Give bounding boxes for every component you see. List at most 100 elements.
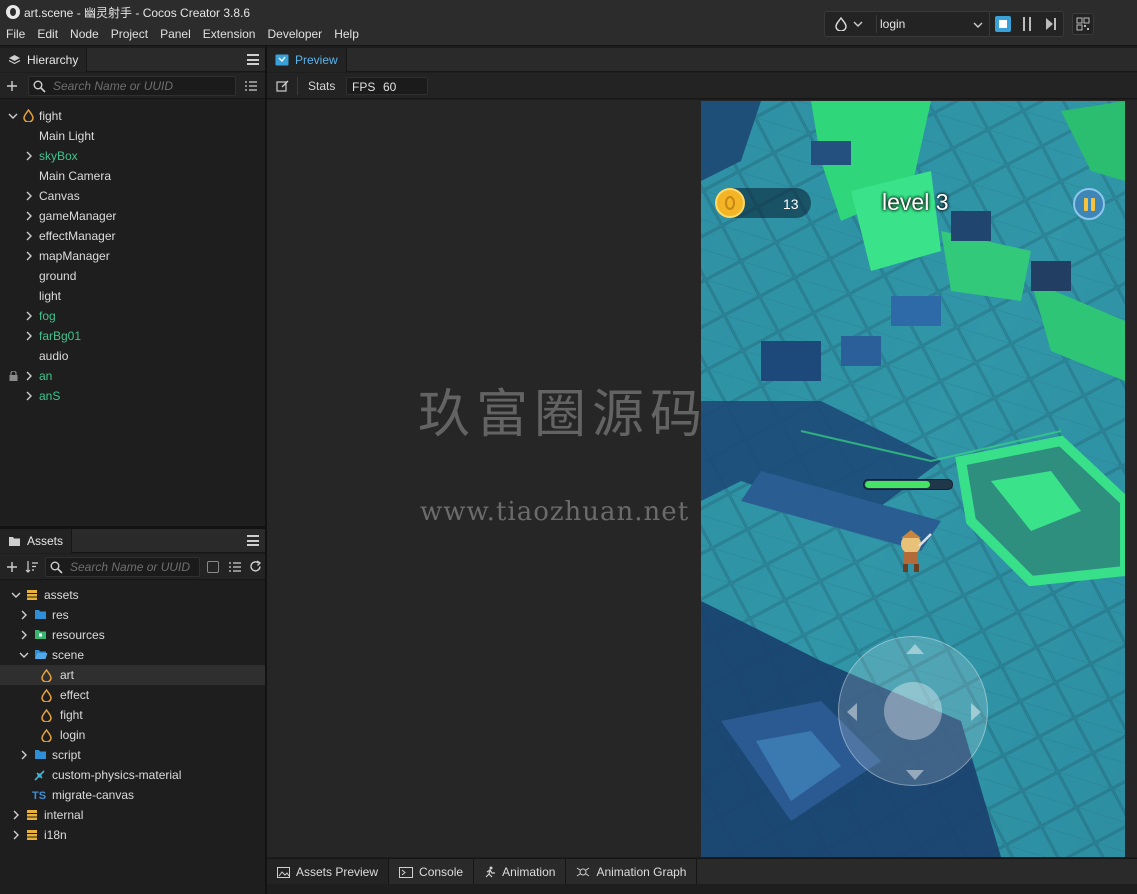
asset-item-label: script xyxy=(52,748,81,762)
asset-item[interactable]: script xyxy=(0,745,265,765)
collapse-list-icon[interactable] xyxy=(228,561,242,573)
chevron-right-icon[interactable] xyxy=(19,610,29,620)
add-icon[interactable] xyxy=(6,561,18,573)
hierarchy-node[interactable]: skyBox xyxy=(0,146,265,166)
fps-field[interactable]: FPS 60 xyxy=(346,77,428,95)
filter-checkbox[interactable] xyxy=(207,561,219,573)
asset-item[interactable]: scene xyxy=(0,645,265,665)
asset-item[interactable]: effect xyxy=(0,685,265,705)
coin-icon xyxy=(715,188,745,218)
chevron-right-icon[interactable] xyxy=(24,191,34,201)
pause-button[interactable] xyxy=(1020,17,1034,31)
menu-project[interactable]: Project xyxy=(105,25,154,43)
collapse-list-icon[interactable] xyxy=(244,80,258,92)
chevron-right-icon[interactable] xyxy=(24,331,34,341)
chevron-right-icon[interactable] xyxy=(24,151,34,161)
assets-menu-icon[interactable] xyxy=(247,535,259,546)
hierarchy-node-label: ground xyxy=(39,269,77,283)
tab-hierarchy[interactable]: Hierarchy xyxy=(0,48,88,72)
chevron-down-icon[interactable] xyxy=(11,590,21,600)
virtual-joystick[interactable] xyxy=(838,636,988,786)
hierarchy-header: Hierarchy xyxy=(0,48,265,72)
chevron-right-icon[interactable] xyxy=(24,311,34,321)
tab-animation-graph[interactable]: Animation Graph xyxy=(566,859,698,885)
hierarchy-node[interactable]: farBg01 xyxy=(0,326,265,346)
sort-icon[interactable] xyxy=(25,560,39,573)
asset-item[interactable]: login xyxy=(0,725,265,745)
chevron-right-icon[interactable] xyxy=(24,391,34,401)
hierarchy-search-input[interactable] xyxy=(53,78,231,94)
lock-icon[interactable] xyxy=(9,371,18,381)
joystick-knob[interactable] xyxy=(884,682,942,740)
menu-node[interactable]: Node xyxy=(64,25,105,43)
stats-toggle[interactable]: Stats xyxy=(308,79,335,93)
game-pause-button[interactable] xyxy=(1073,188,1105,220)
assets-root[interactable]: assets xyxy=(0,585,265,605)
chevron-down-icon[interactable] xyxy=(19,650,29,660)
asset-item[interactable]: res xyxy=(0,605,265,625)
asset-item[interactable]: fight xyxy=(0,705,265,725)
refresh-icon[interactable] xyxy=(249,560,262,573)
chevron-down-icon[interactable] xyxy=(8,111,18,121)
chevron-right-icon[interactable] xyxy=(19,630,29,640)
asset-item-label: effect xyxy=(60,688,90,702)
scene-select[interactable]: login xyxy=(824,11,990,37)
hierarchy-node[interactable]: gameManager xyxy=(0,206,265,226)
chevron-down-icon[interactable] xyxy=(853,19,863,29)
edit-icon[interactable] xyxy=(276,80,289,92)
add-icon[interactable] xyxy=(6,80,18,92)
hierarchy-node-label: mapManager xyxy=(39,249,110,263)
asset-item[interactable]: internal xyxy=(0,805,265,825)
tab-assets[interactable]: Assets xyxy=(0,529,73,553)
step-button[interactable] xyxy=(1044,17,1058,31)
menu-edit[interactable]: Edit xyxy=(31,25,64,43)
hierarchy-node[interactable]: Main Camera xyxy=(0,166,265,186)
tab-console-label: Console xyxy=(419,865,464,879)
chevron-right-icon[interactable] xyxy=(11,830,21,840)
hierarchy-menu-icon[interactable] xyxy=(247,54,259,65)
tab-animation[interactable]: Animation xyxy=(474,859,567,885)
hierarchy-node[interactable]: an xyxy=(0,366,265,386)
chevron-right-icon[interactable] xyxy=(19,750,29,760)
tab-assets-preview[interactable]: Assets Preview xyxy=(267,859,390,885)
game-view[interactable]: 13 level 3 xyxy=(701,101,1125,857)
stop-button[interactable] xyxy=(994,16,1011,32)
chevron-right-icon[interactable] xyxy=(24,371,34,381)
hierarchy-root[interactable]: fight xyxy=(0,106,265,126)
menu-help[interactable]: Help xyxy=(328,25,365,43)
divider xyxy=(876,15,877,33)
hierarchy-node[interactable]: Canvas xyxy=(0,186,265,206)
preview-header: Preview xyxy=(267,48,1137,72)
asset-item[interactable]: custom-physics-material xyxy=(0,765,265,785)
asset-item[interactable]: TS migrate-canvas xyxy=(0,785,265,805)
menu-panel[interactable]: Panel xyxy=(154,25,197,43)
hierarchy-search[interactable] xyxy=(28,76,236,96)
tab-assets-preview-label: Assets Preview xyxy=(296,865,379,879)
hierarchy-node[interactable]: light xyxy=(0,286,265,306)
chevron-right-icon[interactable] xyxy=(24,211,34,221)
menu-developer[interactable]: Developer xyxy=(261,25,328,43)
menu-bar: File Edit Node Project Panel Extension D… xyxy=(0,25,365,43)
tab-console[interactable]: Console xyxy=(389,859,475,885)
hierarchy-node[interactable]: ground xyxy=(0,266,265,286)
chevron-right-icon[interactable] xyxy=(24,251,34,261)
menu-file[interactable]: File xyxy=(0,25,31,43)
hierarchy-node[interactable]: audio xyxy=(0,346,265,366)
hierarchy-node[interactable]: anS xyxy=(0,386,265,406)
hierarchy-node[interactable]: Main Light xyxy=(0,126,265,146)
hierarchy-node[interactable]: mapManager xyxy=(0,246,265,266)
chevron-down-icon[interactable] xyxy=(973,20,983,30)
assets-search[interactable] xyxy=(45,557,200,577)
asset-item[interactable]: art xyxy=(0,665,265,685)
tab-preview[interactable]: Preview xyxy=(267,48,347,72)
menu-extension[interactable]: Extension xyxy=(197,25,262,43)
asset-item[interactable]: i18n xyxy=(0,825,265,845)
hierarchy-node[interactable]: effectManager xyxy=(0,226,265,246)
chevron-right-icon[interactable] xyxy=(11,810,21,820)
assets-search-input[interactable] xyxy=(70,559,195,575)
qrcode-button[interactable] xyxy=(1072,13,1094,35)
hierarchy-node[interactable]: fog xyxy=(0,306,265,326)
chevron-right-icon[interactable] xyxy=(24,231,34,241)
asset-item[interactable]: resources xyxy=(0,625,265,645)
tab-animation-label: Animation xyxy=(502,865,556,879)
